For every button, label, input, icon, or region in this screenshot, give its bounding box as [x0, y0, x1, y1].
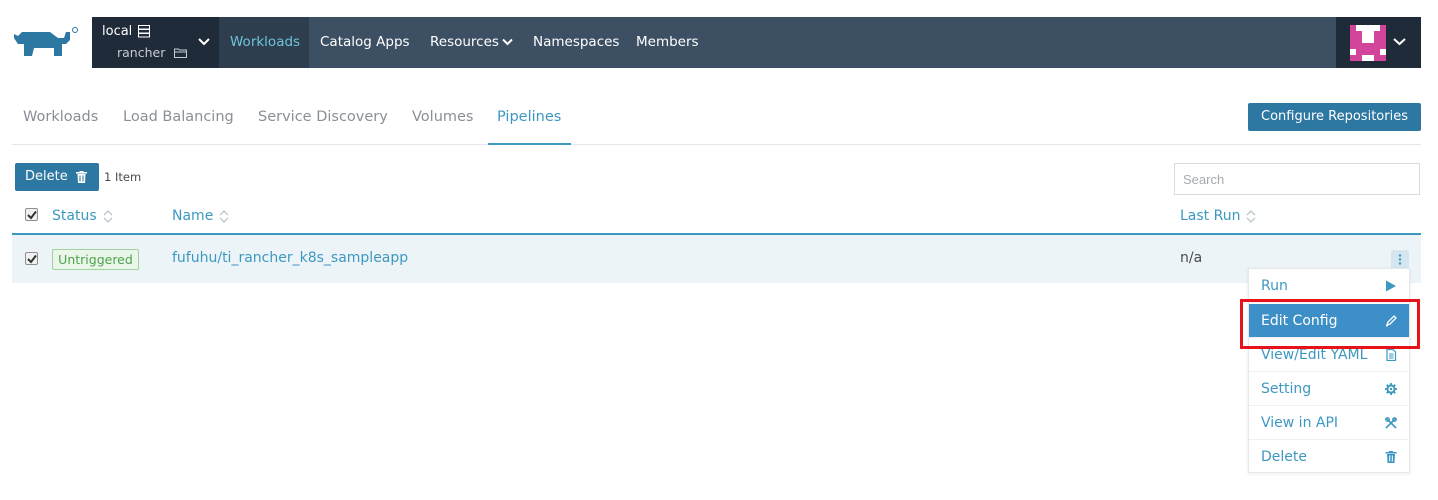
- tab-load-balancing[interactable]: Load Balancing: [123, 109, 234, 125]
- kebab-icon: [1398, 254, 1402, 265]
- avatar: [1350, 25, 1386, 61]
- user-menu[interactable]: [1336, 17, 1421, 68]
- cluster-project-switcher[interactable]: local rancher: [92, 17, 219, 68]
- trash-icon: [1385, 451, 1397, 463]
- top-nav-bar: local rancher Workloads Catalog Apps Res…: [92, 17, 1421, 68]
- nav-catalog-apps[interactable]: Catalog Apps: [320, 34, 410, 50]
- trash-icon: [76, 171, 87, 183]
- sort-icon: [1247, 209, 1256, 223]
- chevron-down-icon: [198, 38, 210, 46]
- chevron-down-icon: [502, 38, 513, 46]
- tab-divider: [12, 144, 1421, 145]
- nav-members[interactable]: Members: [636, 34, 699, 50]
- select-all-checkbox[interactable]: [25, 208, 38, 221]
- menu-item-delete[interactable]: Delete: [1249, 440, 1409, 474]
- cluster-name: local: [102, 24, 133, 39]
- sort-icon: [103, 209, 113, 223]
- file-icon: [1386, 349, 1397, 361]
- menu-item-run[interactable]: Run: [1249, 269, 1409, 303]
- tab-volumes[interactable]: Volumes: [412, 109, 473, 125]
- tab-pipelines[interactable]: Pipelines: [497, 109, 561, 125]
- chevron-down-icon: [1393, 38, 1406, 46]
- column-header-last-run[interactable]: Last Run: [1180, 208, 1256, 224]
- tools-icon: [1385, 417, 1397, 429]
- rancher-logo[interactable]: [12, 26, 80, 58]
- active-tab-indicator: [488, 143, 571, 145]
- configure-repositories-button[interactable]: Configure Repositories: [1248, 103, 1421, 131]
- nav-resources[interactable]: Resources: [430, 34, 513, 50]
- nav-workloads[interactable]: Workloads: [219, 17, 309, 68]
- column-header-status[interactable]: Status: [52, 208, 113, 224]
- column-header-name[interactable]: Name: [172, 208, 229, 224]
- delete-button[interactable]: Delete: [15, 163, 99, 191]
- row-actions-button[interactable]: [1391, 250, 1409, 269]
- tab-service-discovery[interactable]: Service Discovery: [258, 109, 388, 125]
- checkmark-icon: [27, 254, 37, 264]
- last-run-value: n/a: [1180, 250, 1203, 266]
- highlight-box: [1240, 299, 1420, 349]
- status-badge: Untriggered: [52, 249, 139, 270]
- row-checkbox[interactable]: [25, 252, 38, 265]
- play-icon: [1386, 280, 1396, 292]
- folder-icon: [174, 48, 187, 58]
- menu-item-setting[interactable]: Setting: [1249, 372, 1409, 406]
- search-input[interactable]: [1174, 163, 1420, 195]
- checkmark-icon: [27, 210, 37, 220]
- nav-namespaces[interactable]: Namespaces: [533, 34, 619, 50]
- item-count: 1 Item: [104, 170, 142, 184]
- menu-item-view-in-api[interactable]: View in API: [1249, 406, 1409, 440]
- pipeline-name-link[interactable]: fufuhu/ti_rancher_k8s_sampleapp: [172, 250, 408, 266]
- gear-icon: [1385, 383, 1397, 395]
- server-icon: [138, 25, 150, 38]
- tab-workloads[interactable]: Workloads: [23, 109, 98, 125]
- project-name: rancher: [117, 45, 166, 60]
- sort-icon: [219, 209, 229, 223]
